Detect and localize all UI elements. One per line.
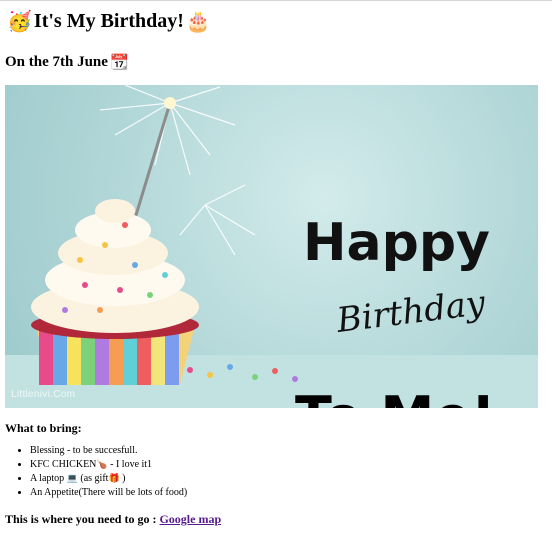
date-heading: On the 7th June 📆 [5,53,129,71]
happy-text: Happy [303,213,490,273]
party-face-icon: 🥳 [7,9,32,33]
page-title: 🥳 It's My Birthday! 🎂 [7,9,211,33]
list-item-text: - I love it1 [107,459,153,470]
bring-heading: What to bring: [5,421,82,435]
to-me-text: To Me! [295,390,496,409]
list-item-text: An Appetite(There will be lots of food) [30,487,188,498]
list-item: An Appetite(There will be lots of food) [30,486,187,500]
directions-text: This is where you need to go : [5,512,160,526]
google-map-link[interactable]: Google map [159,512,221,526]
directions-line: This is where you need to go : Google ma… [5,512,221,527]
cake-icon: 🎂 [185,9,211,33]
list-item: KFC CHICKEN🍗 - I love it1 [30,458,187,472]
date-heading-text: On the 7th June [5,53,108,70]
chicken-leg-icon: 🍗 [96,460,108,470]
list-item-text: A laptop [30,473,67,484]
list-item: A laptop 💻 (as gift🎁 ) [30,472,187,486]
list-item-text: Blessing - to be succesfull. [30,445,138,456]
calendar-icon: 📆 [109,53,129,71]
gift-icon: 🎁 [108,474,120,484]
bring-list: Blessing - to be succesfull. KFC CHICKEN… [0,444,187,500]
list-item-text: ) [119,473,126,484]
list-item-text: (as gift [77,473,109,484]
laptop-icon: 💻 [66,474,78,484]
list-item: Blessing - to be succesfull. [30,444,187,458]
page-title-text: It's My Birthday! [33,9,184,32]
list-item-text: KFC CHICKEN [30,459,97,470]
birthday-cupcake-image: Happy Birthday To Me! Littlenivi.Com [5,85,538,408]
image-watermark: Littlenivi.Com [11,389,76,400]
